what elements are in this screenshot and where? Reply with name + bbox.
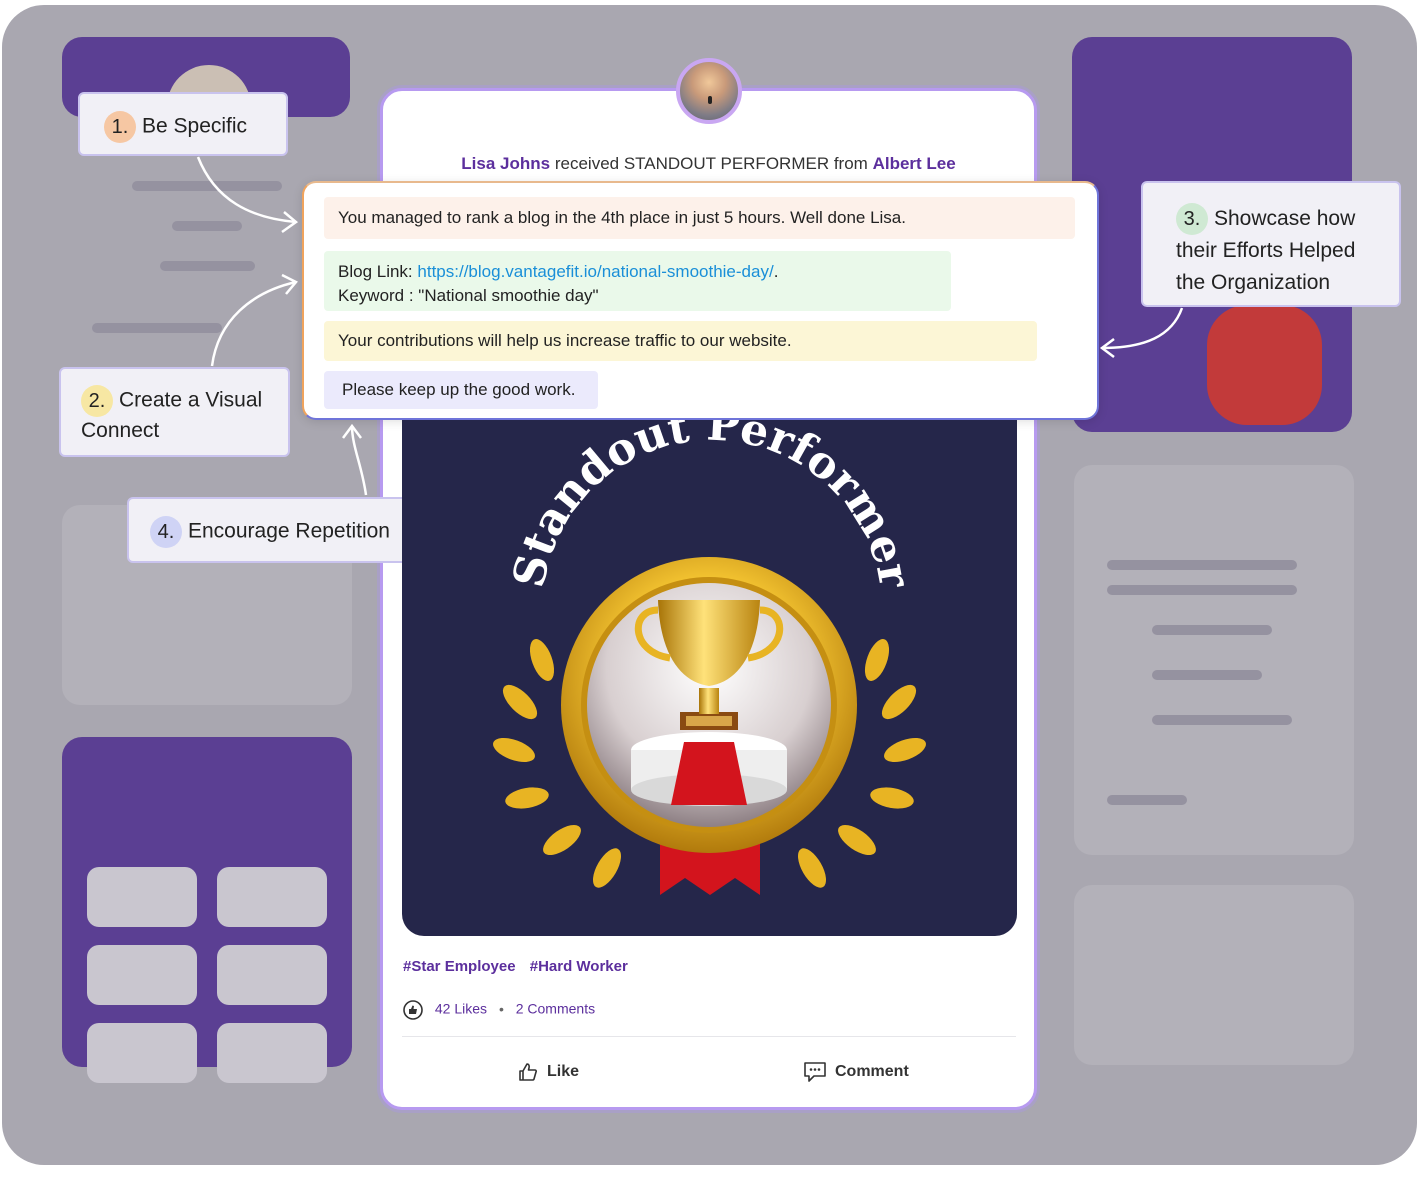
stats-separator: • [498, 1000, 504, 1017]
thumbs-up-icon [519, 1063, 537, 1081]
comment-icon [804, 1062, 826, 1082]
post-tags: #Star Employee #Hard Worker [403, 958, 638, 975]
comment-label: Comment [835, 1063, 909, 1080]
like-count-icon [403, 1000, 423, 1020]
comment-button[interactable]: Comment [803, 1058, 909, 1086]
arrow-2 [210, 280, 297, 367]
likes-count[interactable]: 42 Likes [435, 1001, 487, 1017]
arrow-1 [196, 156, 297, 224]
tag-star-employee[interactable]: #Star Employee [403, 958, 516, 975]
standout-performer-badge-image: Standout Performer [402, 420, 1017, 936]
arrow-3 [1101, 307, 1184, 350]
like-label: Like [547, 1063, 580, 1080]
post-stats: 42 Likes • 2 Comments [403, 1000, 595, 1020]
comments-count[interactable]: 2 Comments [516, 1001, 595, 1017]
actions-divider [402, 1036, 1016, 1037]
tag-hard-worker[interactable]: #Hard Worker [530, 958, 628, 975]
like-button[interactable]: Like [517, 1058, 579, 1086]
